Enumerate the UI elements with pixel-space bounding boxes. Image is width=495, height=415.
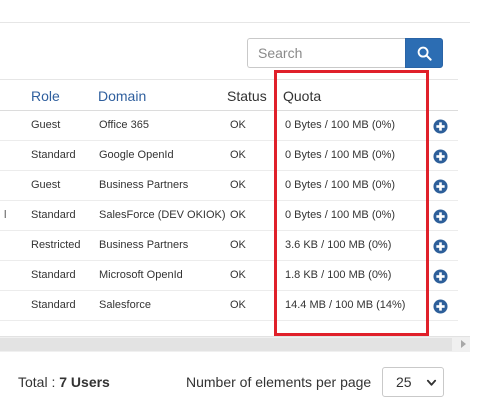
column-header-status: Status	[227, 88, 267, 104]
table-row[interactable]: Standard Microsoft OpenId OK 1.8 KB / 100 M…	[0, 261, 458, 291]
total-label: Total :	[18, 374, 60, 390]
users-table: Role Domain Status Quota Guest Office 365…	[0, 79, 458, 321]
table-row[interactable]: l Standard SalesForce (DEV OKIOK) OK 0 Bytes…	[0, 201, 458, 231]
cell-quota: 1.8 KB / 100 MB (0%)	[285, 269, 392, 281]
plus-circle-icon[interactable]	[433, 119, 448, 134]
horizontal-scrollbar[interactable]	[0, 336, 470, 352]
table-row[interactable]: Standard Google OpenId OK 0 Bytes / 100 MB …	[0, 141, 458, 171]
cell-role: Standard	[31, 269, 76, 281]
table-header: Role Domain Status Quota	[0, 79, 458, 111]
column-header-domain[interactable]: Domain	[98, 88, 146, 104]
plus-circle-icon[interactable]	[433, 209, 448, 224]
cell-role: Guest	[31, 119, 61, 131]
cell-role: Standard	[31, 149, 76, 161]
cell-quota: 14.4 MB / 100 MB (14%)	[285, 299, 406, 311]
cell-quota: 0 Bytes / 100 MB (0%)	[285, 149, 396, 161]
cell-status: OK	[230, 299, 246, 311]
total-users: Total : 7 Users	[18, 374, 110, 390]
cell-role: Restricted	[31, 239, 81, 251]
cell-status: OK	[230, 149, 246, 161]
cell-role: Standard	[31, 299, 76, 311]
cell-domain: Microsoft OpenId	[99, 269, 183, 281]
chevron-down-icon	[426, 379, 437, 386]
cell-quota: 0 Bytes / 100 MB (0%)	[285, 179, 396, 191]
cell-domain: Google OpenId	[99, 149, 174, 161]
table-row[interactable]: Standard Salesforce OK 14.4 MB / 100 MB (14…	[0, 291, 458, 321]
cell-status: OK	[230, 239, 246, 251]
cell-status: OK	[230, 119, 246, 131]
per-page-select[interactable]: 25	[382, 367, 444, 397]
table-row[interactable]: Guest Business Partners OK 0 Bytes / 100 MB…	[0, 171, 458, 201]
search-button[interactable]	[405, 38, 443, 68]
cell-role: Standard	[31, 209, 76, 221]
search-bar	[247, 38, 443, 68]
search-input[interactable]	[247, 38, 405, 68]
table-row[interactable]: Guest Office 365 OK 0 Bytes / 100 MB (0%)	[0, 111, 458, 141]
plus-circle-icon[interactable]	[433, 179, 448, 194]
truncated-cell: l	[4, 209, 7, 221]
table-row[interactable]: Restricted Business Partners OK 3.6 KB / 10…	[0, 231, 458, 261]
scroll-right-arrow-icon[interactable]	[461, 340, 466, 348]
top-divider	[0, 22, 470, 23]
cell-status: OK	[230, 179, 246, 191]
column-header-role[interactable]: Role	[31, 88, 60, 104]
cell-domain: Salesforce	[99, 299, 151, 311]
cell-quota: 0 Bytes / 100 MB (0%)	[285, 119, 396, 131]
plus-circle-icon[interactable]	[433, 299, 448, 314]
column-header-quota: Quota	[283, 88, 322, 104]
plus-circle-icon[interactable]	[433, 239, 448, 254]
cell-quota: 3.6 KB / 100 MB (0%)	[285, 239, 392, 251]
table-body: Guest Office 365 OK 0 Bytes / 100 MB (0%) St…	[0, 111, 458, 321]
cell-domain: Business Partners	[99, 179, 189, 191]
search-icon	[417, 46, 432, 61]
scrollbar-thumb[interactable]	[0, 338, 452, 351]
plus-circle-icon[interactable]	[433, 269, 448, 284]
cell-quota: 0 Bytes / 100 MB (0%)	[285, 209, 396, 221]
cell-domain: Office 365	[99, 119, 149, 131]
per-page-value: 25	[396, 374, 412, 390]
per-page-label: Number of elements per page	[186, 374, 372, 390]
cell-status: OK	[230, 209, 246, 221]
plus-circle-icon[interactable]	[433, 149, 448, 164]
total-value: 7 Users	[59, 374, 110, 390]
cell-domain: Business Partners	[99, 239, 189, 251]
cell-role: Guest	[31, 179, 61, 191]
cell-status: OK	[230, 269, 246, 281]
cell-domain: SalesForce (DEV OKIOK)	[99, 209, 226, 221]
